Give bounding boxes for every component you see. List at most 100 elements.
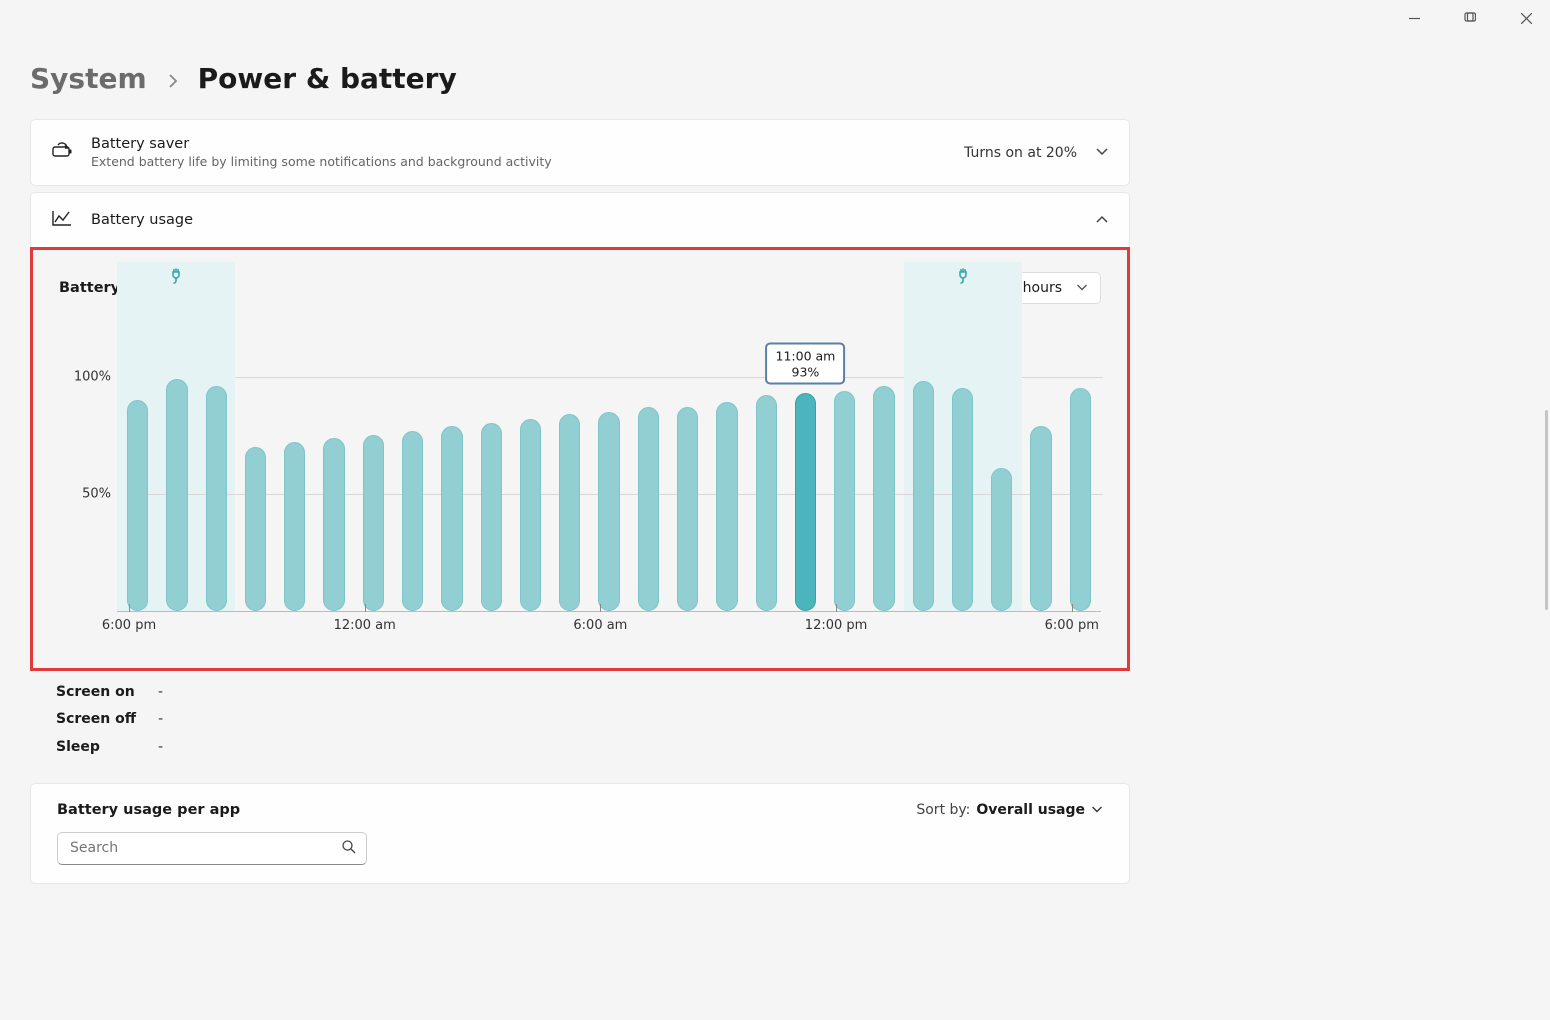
bar-slot[interactable] (127, 318, 148, 611)
bar[interactable] (166, 379, 187, 611)
bar[interactable] (402, 431, 423, 611)
search-icon (341, 839, 356, 858)
bar[interactable] (206, 386, 227, 611)
bar[interactable] (795, 393, 816, 611)
usage-stats: Screen on-Screen off-Sleep- (30, 679, 1130, 761)
bar[interactable] (952, 388, 973, 611)
bar[interactable] (363, 435, 384, 611)
stats-label: Sleep (56, 734, 136, 761)
stats-value: - (158, 679, 163, 706)
sort-by-select[interactable]: Sort by: Overall usage (916, 802, 1103, 818)
bar[interactable] (559, 414, 580, 611)
bar-slot[interactable] (520, 318, 541, 611)
chevron-down-icon[interactable] (1095, 145, 1109, 161)
bar-slot[interactable] (166, 318, 187, 611)
search-input-wrap[interactable] (57, 832, 367, 865)
bar-slot[interactable] (323, 318, 344, 611)
bar-slot[interactable] (952, 318, 973, 611)
bar-slot[interactable] (716, 318, 737, 611)
stats-label: Screen off (56, 706, 136, 733)
bar-slot[interactable] (481, 318, 502, 611)
x-tick (1072, 604, 1073, 612)
stats-label: Screen on (56, 679, 136, 706)
bar[interactable] (991, 468, 1012, 611)
x-axis-label: 6:00 pm (102, 618, 156, 633)
breadcrumb: System Power & battery (30, 0, 1130, 119)
battery-usage-card[interactable]: Battery usage (30, 192, 1130, 247)
bar[interactable] (756, 395, 777, 611)
page-title: Power & battery (198, 62, 457, 95)
battery-usage-title: Battery usage (91, 212, 1095, 228)
bar[interactable] (441, 426, 462, 611)
bar[interactable] (716, 402, 737, 611)
x-axis-label: 12:00 am (334, 618, 396, 633)
chevron-down-icon (1091, 802, 1103, 818)
maximize-button[interactable] (1456, 8, 1484, 28)
bar-slot[interactable] (913, 318, 934, 611)
bar[interactable] (913, 381, 934, 611)
battery-levels-section: Battery levels Last 24 hours 100% 50% (30, 247, 1130, 671)
x-axis-label: 6:00 pm (1045, 618, 1099, 633)
battery-saver-subtitle: Extend battery life by limiting some not… (91, 154, 964, 169)
chevron-up-icon[interactable] (1095, 212, 1109, 228)
bar[interactable] (1070, 388, 1091, 611)
battery-saver-card[interactable]: Battery saver Extend battery life by lim… (30, 119, 1130, 186)
battery-saver-status: Turns on at 20% (964, 145, 1077, 161)
bar[interactable] (873, 386, 894, 611)
per-app-title: Battery usage per app (57, 802, 240, 818)
bar-slot[interactable] (1030, 318, 1051, 611)
stats-row: Screen off- (56, 706, 1104, 733)
stats-row: Sleep- (56, 734, 1104, 761)
bar-slot[interactable] (363, 318, 384, 611)
plug-icon (169, 268, 183, 288)
close-button[interactable] (1512, 8, 1540, 28)
stats-value: - (158, 706, 163, 733)
bar-slot[interactable] (1070, 318, 1091, 611)
bar[interactable] (284, 442, 305, 611)
bar[interactable] (323, 438, 344, 611)
minimize-button[interactable] (1400, 8, 1428, 28)
bar-slot[interactable] (598, 318, 619, 611)
bar-slot[interactable] (245, 318, 266, 611)
bar-slot[interactable] (441, 318, 462, 611)
scrollbar[interactable] (1545, 410, 1548, 610)
bar[interactable] (127, 400, 148, 611)
x-axis-label: 6:00 am (573, 618, 627, 633)
bar[interactable] (834, 391, 855, 611)
x-tick (365, 604, 366, 612)
breadcrumb-parent[interactable]: System (30, 62, 147, 95)
sort-by-value: Overall usage (976, 802, 1085, 818)
bar[interactable] (520, 419, 541, 611)
bar[interactable] (598, 412, 619, 611)
chevron-right-icon (167, 72, 178, 93)
bar[interactable] (1030, 426, 1051, 611)
bar-slot[interactable] (206, 318, 227, 611)
x-tick (836, 604, 837, 612)
sort-by-label: Sort by: (916, 802, 970, 818)
bar-slot[interactable] (559, 318, 580, 611)
battery-saver-title: Battery saver (91, 136, 964, 152)
y-axis-label-100: 100% (74, 369, 111, 384)
stats-value: - (158, 734, 163, 761)
x-axis-label: 12:00 pm (805, 618, 868, 633)
bar-slot[interactable] (638, 318, 659, 611)
battery-usage-per-app-card: Battery usage per app Sort by: Overall u… (30, 783, 1130, 884)
bar[interactable] (638, 407, 659, 611)
bar[interactable] (481, 423, 502, 611)
bar[interactable] (245, 447, 266, 611)
tooltip-time: 11:00 am (776, 349, 836, 365)
chart-tooltip: 11:00 am93% (766, 343, 846, 385)
bar-slot[interactable] (284, 318, 305, 611)
x-tick (129, 604, 130, 612)
bar-slot[interactable] (402, 318, 423, 611)
bar[interactable] (677, 407, 698, 611)
search-input[interactable] (68, 839, 341, 857)
bar-slot[interactable] (873, 318, 894, 611)
y-axis-label-50: 50% (82, 487, 111, 502)
chevron-down-icon (1076, 280, 1088, 296)
battery-levels-chart[interactable]: 100% 50% 11:00 am93% 6:00 pm 12:00 am 6:00… (59, 318, 1101, 640)
bar-slot[interactable] (677, 318, 698, 611)
battery-saver-icon (51, 141, 75, 165)
bar-slot[interactable] (991, 318, 1012, 611)
tooltip-value: 93% (776, 364, 836, 380)
